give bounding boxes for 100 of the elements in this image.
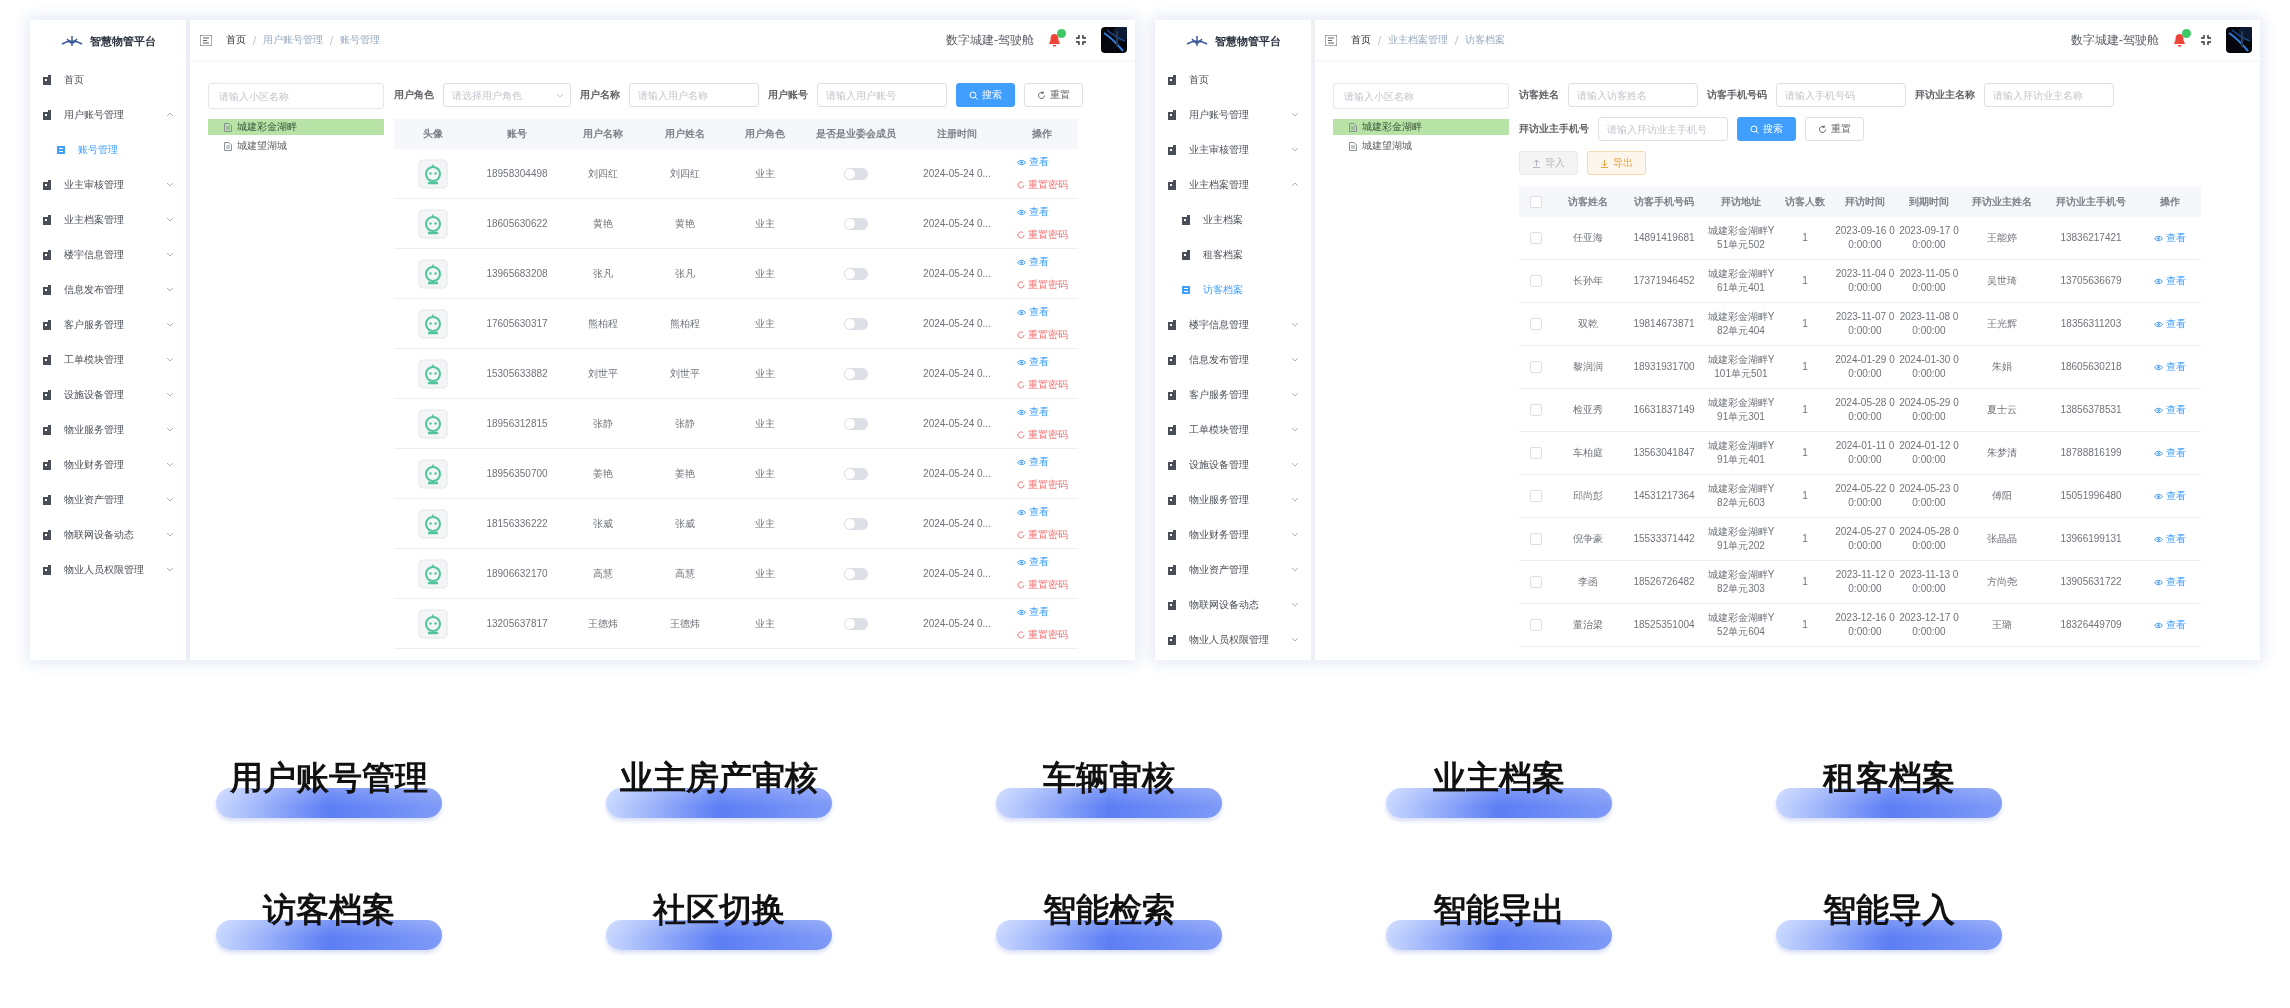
table-cell: 18906632170 — [472, 549, 562, 599]
sidebar-item[interactable]: 客户服务管理 — [1155, 377, 1311, 412]
table-cell: 18956350700 — [472, 449, 562, 499]
table-cell: 傅阳 — [1961, 475, 2043, 518]
table-cell: 15051996480 — [2043, 475, 2139, 518]
breadcrumb-item[interactable]: 首页 — [226, 33, 246, 47]
field-label: 拜访业主手机号 — [1519, 122, 1589, 136]
sidebar-item[interactable]: 物业财务管理 — [1155, 517, 1311, 552]
table-cell: 黎润润 — [1553, 346, 1623, 389]
table-cell: 1 — [1777, 432, 1833, 475]
sidebar-item[interactable]: 业主档案管理 — [1155, 167, 1311, 202]
table-cell: 2024-05-24 0... — [908, 499, 1006, 549]
table-cell: 13856378531 — [2043, 389, 2139, 432]
sidebar-item[interactable]: 楼宇信息管理 — [30, 237, 186, 272]
table-cell: 15305633882 — [472, 349, 562, 399]
table-cell: 17605630317 — [472, 299, 562, 349]
table-cell: 业主 — [726, 299, 804, 349]
table-cell: 17371946452 — [1623, 260, 1705, 303]
table-cell: 城建彩金湖畔Y82单元404 — [1705, 303, 1777, 346]
feature-tag: 用户账号管理 — [216, 756, 442, 818]
table-cell: 13205637817 — [472, 599, 562, 649]
breadcrumb-item: 账号管理 — [340, 33, 380, 47]
breadcrumb-item[interactable]: 首页 — [1351, 33, 1371, 47]
field-label: 用户角色 — [394, 88, 434, 102]
table-cell: 13836217421 — [2043, 217, 2139, 260]
table-cell: 城建彩金湖畔Y91单元301 — [1705, 389, 1777, 432]
table-cell: 邱尚彭 — [1553, 475, 1623, 518]
table-cell: 刘世平 — [644, 349, 726, 399]
table-cell: 19814673871 — [1623, 303, 1705, 346]
tree-node[interactable]: 城建彩金湖畔 — [1333, 119, 1509, 135]
sidebar-item[interactable]: 首页 — [1155, 62, 1311, 97]
table-cell: 13563041847 — [1623, 432, 1705, 475]
sidebar-item[interactable]: 物业服务管理 — [30, 412, 186, 447]
sidebar-item[interactable]: 物联网设备动态 — [1155, 587, 1311, 622]
table-cell: 2024-05-24 0... — [908, 299, 1006, 349]
table-cell: 倪争豪 — [1553, 518, 1623, 561]
table-cell: 黄艳 — [644, 199, 726, 249]
sidebar-item[interactable]: 工单模块管理 — [1155, 412, 1311, 447]
sidebar-item[interactable]: 物业人员权限管理 — [30, 552, 186, 587]
column-header: 头像 — [394, 119, 472, 149]
table-cell: 高慧 — [644, 549, 726, 599]
sidebar-item[interactable]: 业主档案管理 — [30, 202, 186, 237]
table-cell: 18156336222 — [472, 499, 562, 549]
sidebar-item[interactable]: 业主审核管理 — [1155, 132, 1311, 167]
table-cell: 城建彩金湖畔Y91单元202 — [1705, 518, 1777, 561]
sidebar-item[interactable]: 业主审核管理 — [30, 167, 186, 202]
sidebar-item[interactable]: 工单模块管理 — [30, 342, 186, 377]
table-cell: 1 — [1777, 561, 1833, 604]
table-cell: 2024-05-24 0... — [908, 449, 1006, 499]
table-cell: 1 — [1777, 346, 1833, 389]
feature-tag: 业主房产审核 — [606, 756, 832, 818]
sidebar-item[interactable]: 物业财务管理 — [30, 447, 186, 482]
sidebar-item[interactable]: 客户服务管理 — [30, 307, 186, 342]
sidebar-item[interactable]: 物业服务管理 — [1155, 482, 1311, 517]
column-header: 拜访业主手机号 — [2043, 187, 2139, 217]
table-cell: 李函 — [1553, 561, 1623, 604]
tree-node[interactable]: 城建望湖城 — [1333, 138, 1509, 154]
table-cell: 13705636679 — [2043, 260, 2139, 303]
reset-button[interactable]: 重置 — [1805, 117, 1864, 141]
sidebar-item[interactable]: 信息发布管理 — [30, 272, 186, 307]
table-cell: 检亚秀 — [1553, 389, 1623, 432]
table-cell: 2023-11-13 00:00:00 — [1897, 561, 1961, 604]
table-cell: 2023-11-05 00:00:00 — [1897, 260, 1961, 303]
table-cell: 夏士云 — [1961, 389, 2043, 432]
table-cell: 刘四红 — [644, 149, 726, 199]
column-header: 用户名称 — [562, 119, 644, 149]
sidebar-item[interactable]: 信息发布管理 — [1155, 342, 1311, 377]
sidebar-item[interactable]: 业主档案 — [1155, 202, 1311, 237]
table-cell: 18605630218 — [2043, 346, 2139, 389]
table-cell: 熊柏程 — [644, 299, 726, 349]
table-cell: 业主 — [726, 399, 804, 449]
sidebar-item[interactable]: 首页 — [30, 62, 186, 97]
feature-tag: 社区切换 — [606, 888, 832, 950]
reset-button[interactable]: 重置 — [1024, 83, 1083, 107]
tree-node[interactable]: 城建彩金湖畔 — [208, 119, 384, 135]
field-label: 用户账号 — [768, 88, 808, 102]
table-cell: 朱娟 — [1961, 346, 2043, 389]
breadcrumb-item: 业主档案管理 — [1388, 33, 1448, 47]
table-cell: 2024-05-24 0... — [908, 249, 1006, 299]
table-cell: 1 — [1777, 604, 1833, 647]
table-cell: 1 — [1777, 389, 1833, 432]
sidebar-item[interactable]: 用户账号管理 — [1155, 97, 1311, 132]
column-header: 注册时间 — [908, 119, 1006, 149]
sidebar-item[interactable]: 物业资产管理 — [30, 482, 186, 517]
sidebar-item[interactable]: 物业人员权限管理 — [1155, 622, 1311, 657]
sidebar-item[interactable]: 用户账号管理 — [30, 97, 186, 132]
sidebar-item[interactable]: 物联网设备动态 — [30, 517, 186, 552]
table-cell: 2024-05-24 0... — [908, 399, 1006, 449]
sidebar-item[interactable]: 物业资产管理 — [1155, 552, 1311, 587]
sidebar-item[interactable]: 设施设备管理 — [30, 377, 186, 412]
breadcrumb-item: 访客档案 — [1465, 33, 1505, 47]
table-cell: 2024-01-29 00:00:00 — [1833, 346, 1897, 389]
tree-node[interactable]: 城建望湖城 — [208, 138, 384, 154]
sidebar-item[interactable]: 设施设备管理 — [1155, 447, 1311, 482]
table-cell: 2024-05-27 00:00:00 — [1833, 518, 1897, 561]
table-cell: 1 — [1777, 303, 1833, 346]
table-cell: 双乾 — [1553, 303, 1623, 346]
table-cell: 城建彩金湖畔Y101单元501 — [1705, 346, 1777, 389]
sidebar-item[interactable]: 楼宇信息管理 — [1155, 307, 1311, 342]
sidebar-item[interactable]: 租客档案 — [1155, 237, 1311, 272]
